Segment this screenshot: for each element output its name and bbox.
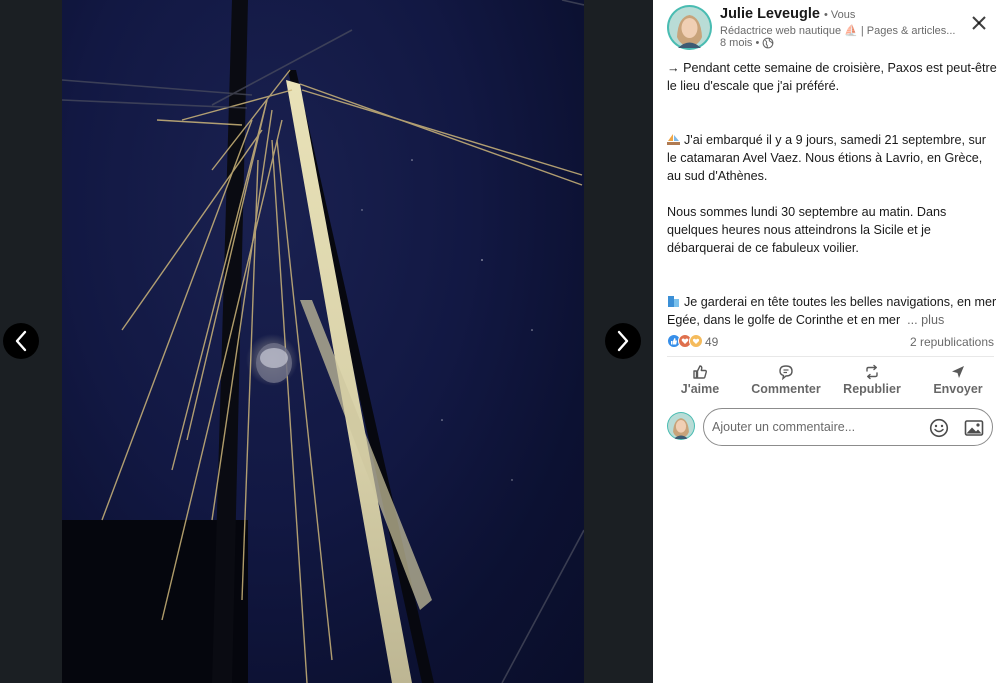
post-meta: 8 mois • [720, 37, 774, 49]
comment-composer [667, 408, 997, 446]
sailboat-icon [667, 134, 680, 145]
see-more-link[interactable]: ... plus [907, 313, 944, 327]
close-icon [972, 16, 986, 30]
chevron-right-icon [617, 330, 629, 352]
post-photo [62, 0, 584, 683]
chevron-left-icon [15, 330, 27, 352]
map-icon [668, 296, 679, 307]
add-image-button[interactable] [963, 417, 985, 439]
image-icon [964, 420, 984, 436]
support-reaction-icon [689, 334, 703, 348]
post-paragraph-embark: J'ai embarqué il y a 9 jours, samedi 21 … [667, 133, 986, 183]
comment-icon [779, 365, 793, 380]
social-counts: 49 2 republications [667, 333, 994, 351]
author-name-line: Julie Leveugle • Vous [720, 6, 855, 22]
post-header: Julie Leveugle • Vous Rédactrice web nau… [653, 0, 1005, 56]
globe-icon [762, 37, 774, 49]
post-paragraph-now: Nous sommes lundi 30 septembre au matin.… [667, 205, 947, 255]
action-bar: J'aime Commenter Republier Envoyer [657, 360, 1001, 400]
reaction-icons[interactable] [667, 334, 703, 348]
author-name[interactable]: Julie Leveugle [720, 6, 820, 22]
post-paragraph-memory: Je garderai en tête toutes les belles na… [667, 295, 997, 327]
reposts-count[interactable]: 2 republications [910, 335, 994, 349]
send-button[interactable]: Envoyer [915, 360, 1001, 400]
author-relation: • Vous [823, 9, 856, 21]
comment-button[interactable]: Commenter [743, 360, 829, 400]
author-avatar[interactable] [667, 5, 712, 50]
send-icon [952, 366, 964, 378]
sailboat-mast-image [62, 0, 584, 683]
close-button[interactable] [967, 11, 991, 35]
next-image-button[interactable] [605, 323, 641, 359]
avatar-photo-icon [668, 413, 694, 439]
like-label: J'aime [680, 382, 720, 396]
previous-image-button[interactable] [3, 323, 39, 359]
divider [667, 356, 994, 357]
post-time: 8 mois • [720, 37, 760, 49]
emoji-button[interactable] [928, 417, 950, 439]
reaction-count[interactable]: 49 [705, 335, 718, 349]
post-intro: → Pendant cette semaine de croisière, Pa… [667, 61, 997, 93]
author-headline: Rédactrice web nautique ⛵ | Pages & arti… [720, 25, 956, 37]
send-label: Envoyer [933, 382, 983, 396]
repost-icon [866, 364, 878, 380]
comment-label: Commenter [751, 382, 821, 396]
thumbs-up-icon [693, 365, 707, 379]
comment-input[interactable] [712, 418, 912, 436]
like-button[interactable]: J'aime [657, 360, 743, 400]
post-panel: Julie Leveugle • Vous Rédactrice web nau… [653, 0, 1005, 683]
avatar-photo-icon [669, 7, 710, 48]
repost-button[interactable]: Republier [829, 360, 915, 400]
repost-label: Republier [843, 382, 901, 396]
current-user-avatar [667, 412, 695, 440]
emoji-icon [929, 418, 949, 438]
media-viewer [0, 0, 653, 683]
comment-box [703, 408, 993, 446]
post-body: → Pendant cette semaine de croisière, Pa… [667, 59, 997, 329]
